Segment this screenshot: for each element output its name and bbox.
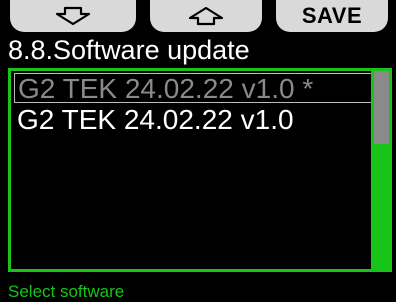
- status-text: Select software: [8, 282, 125, 301]
- save-button-label: SAVE: [301, 3, 363, 28]
- software-list: G2 TEK 24.02.22 v1.0 * G2 TEK 24.02.22 v…: [11, 71, 376, 269]
- page-title: 8.8.Software update: [8, 35, 250, 65]
- software-list-panel: G2 TEK 24.02.22 v1.0 * G2 TEK 24.02.22 v…: [8, 68, 392, 272]
- scrollbar-thumb[interactable]: [374, 71, 389, 144]
- arrow-down-icon: [53, 6, 93, 26]
- softkey-bar: SAVE: [0, 0, 396, 32]
- list-item[interactable]: G2 TEK 24.02.22 v1.0: [14, 105, 374, 135]
- softkey-up[interactable]: [150, 0, 262, 32]
- scrollbar[interactable]: [374, 71, 389, 269]
- save-button[interactable]: SAVE: [276, 0, 388, 32]
- softkey-down[interactable]: [10, 0, 136, 32]
- list-item-selected[interactable]: G2 TEK 24.02.22 v1.0 *: [14, 73, 374, 104]
- arrow-up-icon: [186, 6, 226, 26]
